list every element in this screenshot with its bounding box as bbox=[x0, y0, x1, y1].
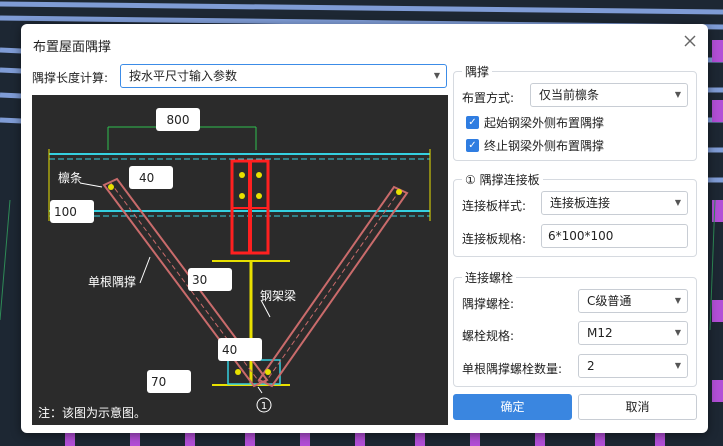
chevron-down-icon: ▼ bbox=[433, 71, 440, 80]
plate-spec-value: 6*100*100 bbox=[548, 229, 614, 243]
layout-value: 仅当前檩条 bbox=[539, 88, 600, 102]
bolt-group: 连接螺栓 隅撑螺栓: C级普通 ▼ 螺栓规格: M12 ▼ 单根隅撑螺栓数量: … bbox=[453, 269, 697, 387]
layout-select[interactable]: 仅当前檩条 ▼ bbox=[530, 83, 688, 107]
chevron-down-icon: ▼ bbox=[674, 198, 681, 207]
brace-bolt-select[interactable]: C级普通 ▼ bbox=[578, 289, 688, 313]
ok-button[interactable]: 确定 bbox=[453, 394, 572, 420]
bolt-spec-label: 螺栓规格: bbox=[462, 329, 515, 343]
length-calc-value: 按水平尺寸输入参数 bbox=[129, 69, 238, 83]
bolt-spec-select[interactable]: M12 ▼ bbox=[578, 321, 688, 345]
plate-spec-input[interactable]: 6*100*100 bbox=[541, 224, 688, 248]
chevron-down-icon: ▼ bbox=[674, 296, 681, 305]
plate-group-title: ① 隅撑连接板 bbox=[462, 171, 543, 188]
plate-spec-label: 连接板规格: bbox=[462, 232, 527, 246]
dialog-title: 布置屋面隅撑 bbox=[33, 40, 112, 55]
bolt-group-title: 连接螺栓 bbox=[462, 269, 517, 286]
circle-marker-label: 1 bbox=[261, 401, 267, 412]
plate-style-value: 连接板连接 bbox=[550, 196, 611, 210]
bolt-count-label: 单根隅撑螺栓数量: bbox=[462, 362, 563, 376]
plate-style-label: 连接板样式: bbox=[462, 199, 527, 213]
purlin-label: 檩条 bbox=[58, 170, 82, 185]
brace-group: 隅撑 布置方式: 仅当前檩条 ▼ ✓ 起始钢梁外侧布置隅撑 ✓ 终止钢梁外侧布置… bbox=[453, 63, 697, 161]
brace-group-title: 隅撑 bbox=[462, 63, 493, 80]
chevron-down-icon: ▼ bbox=[674, 361, 681, 370]
check-end-brace[interactable]: ✓ 终止钢梁外侧布置隅撑 bbox=[466, 137, 604, 154]
bolt-spec-value: M12 bbox=[587, 326, 613, 340]
diagram-note: 注：该图为示意图。 bbox=[38, 405, 146, 420]
plate-group: ① 隅撑连接板 连接板样式: 连接板连接 ▼ 连接板规格: 6*100*100 bbox=[453, 171, 697, 257]
steel-beam-label: 钢架梁 bbox=[260, 288, 296, 303]
single-brace-label: 单根隅撑 bbox=[88, 274, 136, 289]
close-icon[interactable] bbox=[682, 33, 698, 49]
check-end-label: 终止钢梁外侧布置隅撑 bbox=[484, 139, 605, 153]
dim-40-mid-label: 40 bbox=[222, 343, 237, 357]
dim-800-label: 800 bbox=[167, 113, 190, 127]
chevron-down-icon: ▼ bbox=[674, 328, 681, 337]
checkbox-checked-icon[interactable]: ✓ bbox=[466, 116, 479, 129]
dim-100-label: 100 bbox=[54, 205, 77, 219]
bolt-count-value: 2 bbox=[587, 359, 595, 373]
dim-70-label: 70 bbox=[151, 375, 166, 389]
schematic-drawing: 1 800 40 100 30 40 70 檩条 单根隅撑 钢架梁 注：该图为示… bbox=[38, 108, 431, 420]
layout-label: 布置方式: bbox=[462, 91, 515, 105]
dim-40-top-label: 40 bbox=[139, 171, 154, 185]
brace-bolt-label: 隅撑螺栓: bbox=[462, 297, 515, 311]
check-start-label: 起始钢梁外侧布置隅撑 bbox=[484, 116, 605, 130]
length-calc-select[interactable]: 按水平尺寸输入参数 ▼ bbox=[120, 64, 447, 88]
check-start-brace[interactable]: ✓ 起始钢梁外侧布置隅撑 bbox=[466, 114, 604, 131]
dialog: 布置屋面隅撑 隅撑长度计算: 按水平尺寸输入参数 ▼ 1 800 40 100 … bbox=[21, 24, 708, 433]
brace-bolt-value: C级普通 bbox=[587, 294, 632, 308]
dim-30-label: 30 bbox=[192, 273, 207, 287]
bolt-count-select[interactable]: 2 ▼ bbox=[578, 354, 688, 378]
chevron-down-icon: ▼ bbox=[674, 90, 681, 99]
cancel-button[interactable]: 取消 bbox=[578, 394, 697, 420]
checkbox-checked-icon[interactable]: ✓ bbox=[466, 139, 479, 152]
plate-style-select[interactable]: 连接板连接 ▼ bbox=[541, 191, 688, 215]
schematic-diagram: 1 800 40 100 30 40 70 檩条 单根隅撑 钢架梁 注：该图为示… bbox=[32, 95, 448, 425]
length-calc-label: 隅撑长度计算: bbox=[32, 71, 109, 85]
